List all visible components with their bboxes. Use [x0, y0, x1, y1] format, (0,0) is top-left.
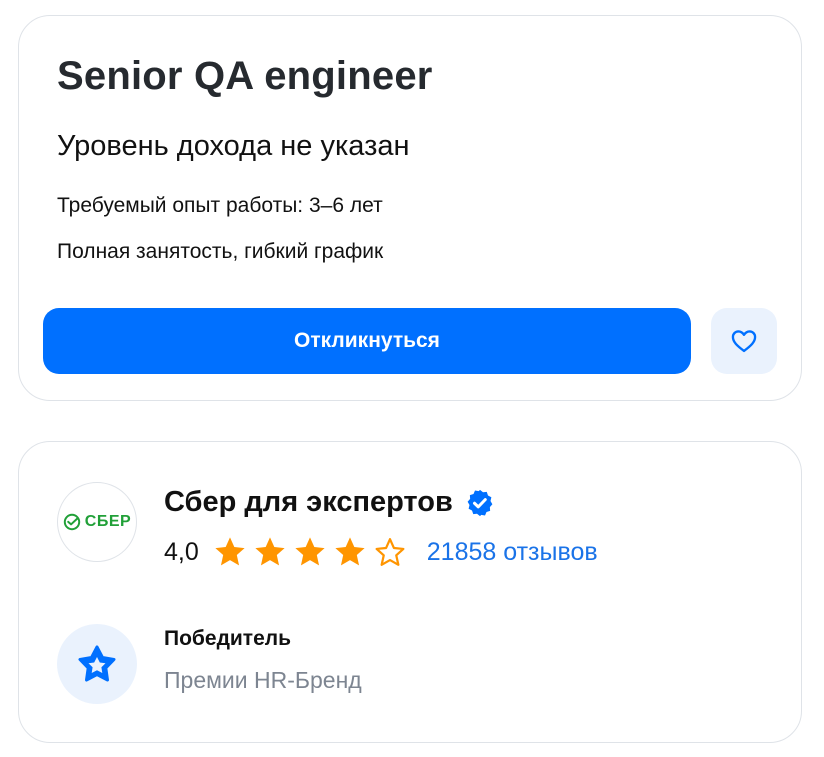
award-badge [57, 624, 137, 704]
star-filled-icon [335, 537, 365, 566]
experience-text: Требуемый опыт работы: 3–6 лет [57, 194, 383, 217]
company-card: СБЕР Сбер для экспертов 4,0 21858 отзыво… [18, 441, 802, 743]
salary-text: Уровень дохода не указан [57, 130, 410, 162]
rating-row: 4,0 21858 отзывов [164, 536, 598, 568]
star-filled-icon [255, 537, 285, 566]
verified-badge-icon [467, 489, 493, 516]
award-star-icon [78, 645, 116, 682]
employment-text: Полная занятость, гибкий график [57, 240, 384, 263]
heart-icon [731, 330, 757, 353]
rating-stars [213, 536, 407, 568]
vacancy-card: Senior QA engineer Уровень дохода не ука… [18, 15, 802, 401]
sber-logo-icon [63, 513, 80, 531]
company-name-link[interactable]: Сбер для экспертов [164, 486, 453, 519]
vacancy-title: Senior QA engineer [57, 54, 433, 98]
logo-text: СБЕР [84, 513, 132, 530]
apply-button[interactable]: Откликнуться [43, 308, 691, 374]
star-filled-icon [295, 537, 325, 566]
award-title: Победитель [164, 627, 292, 650]
star-filled-icon [215, 537, 245, 566]
company-name-row: Сбер для экспертов [164, 486, 495, 519]
reviews-link[interactable]: 21858 отзывов [427, 538, 598, 567]
rating-value: 4,0 [164, 537, 199, 566]
award-subtitle: Премии HR-Бренд [164, 667, 362, 693]
favorite-button[interactable] [711, 308, 777, 374]
company-logo[interactable]: СБЕР [57, 482, 137, 562]
star-empty-icon [375, 538, 405, 566]
